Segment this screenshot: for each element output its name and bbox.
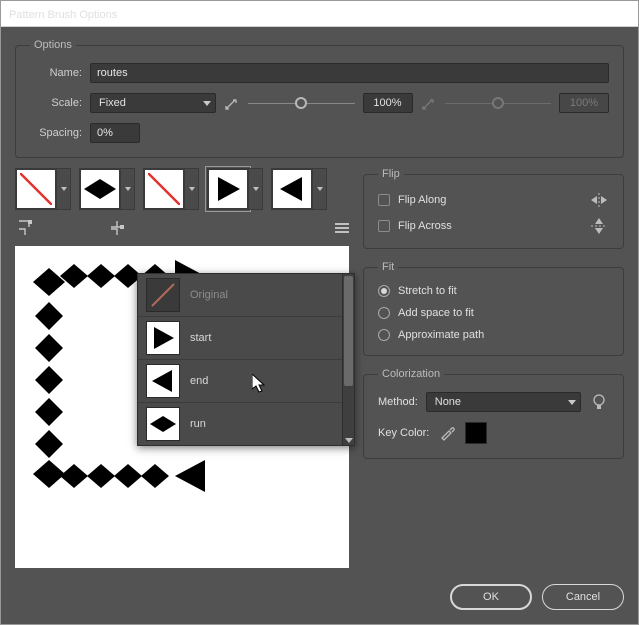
flip-along-label: Flip Along <box>398 194 446 206</box>
panel-menu-icon[interactable] <box>335 221 349 235</box>
cancel-button[interactable]: Cancel <box>542 584 624 610</box>
scale-value-b: 100% <box>559 93 609 113</box>
window-title: Pattern Brush Options <box>9 9 117 21</box>
popup-item-original[interactable]: Original <box>138 274 342 317</box>
keycolor-swatch[interactable] <box>465 422 487 444</box>
chevron-down-icon <box>203 101 211 106</box>
eyedropper-icon[interactable] <box>437 425 457 441</box>
fit-approx-label: Approximate path <box>398 329 484 341</box>
scale-mode-select[interactable]: Fixed <box>90 93 216 113</box>
flip-across-checkbox[interactable] <box>378 220 390 232</box>
name-label: Name: <box>30 67 82 79</box>
start-tile-menu[interactable] <box>249 168 263 210</box>
colorization-group: Colorization Method: None Key Color: <box>363 368 624 459</box>
colorization-legend: Colorization <box>378 368 444 380</box>
tile-popup-list: Original start end <box>138 274 342 445</box>
popup-scrollbar[interactable] <box>342 274 354 445</box>
scale-link-icon-b <box>421 95 437 111</box>
popup-label: end <box>190 375 208 387</box>
preview-tool-corner-a[interactable] <box>17 220 37 236</box>
scale-slider-a[interactable] <box>248 93 355 113</box>
flip-legend: Flip <box>378 168 404 180</box>
chevron-down-icon <box>568 400 576 405</box>
popup-thumb-run <box>146 407 180 441</box>
popup-item-end[interactable]: end <box>138 360 342 403</box>
keycolor-label: Key Color: <box>378 427 429 439</box>
scale-label: Scale: <box>30 97 82 109</box>
flip-along-checkbox[interactable] <box>378 194 390 206</box>
scale-slider-b <box>445 93 552 113</box>
name-input[interactable] <box>90 63 609 83</box>
dialog-content: Options Name: Scale: Fixed 100% <box>1 27 638 624</box>
flip-along-icon <box>589 192 609 208</box>
flip-across-icon <box>589 218 609 234</box>
spacing-input[interactable] <box>90 123 140 143</box>
tile-popup: Original start end <box>137 273 355 446</box>
popup-thumb-end <box>146 364 180 398</box>
popup-item-start[interactable]: start <box>138 317 342 360</box>
outer-corner-tile-menu[interactable] <box>121 168 135 210</box>
end-tile[interactable] <box>271 168 313 210</box>
popup-thumb-start <box>146 321 180 355</box>
fit-stretch-label: Stretch to fit <box>398 285 457 297</box>
popup-label: run <box>190 418 206 430</box>
popup-label: start <box>190 332 211 344</box>
flip-across-label: Flip Across <box>398 220 452 232</box>
outer-corner-tile[interactable] <box>79 168 121 210</box>
inner-corner-tile[interactable] <box>143 168 185 210</box>
method-select[interactable]: None <box>426 392 581 412</box>
side-tile-menu[interactable] <box>57 168 71 210</box>
start-tile[interactable] <box>207 168 249 210</box>
ok-button[interactable]: OK <box>450 584 532 610</box>
side-tile[interactable] <box>15 168 57 210</box>
inner-corner-tile-menu[interactable] <box>185 168 199 210</box>
colorization-tip-icon[interactable] <box>589 394 609 410</box>
fit-addspace-radio[interactable] <box>378 307 390 319</box>
flip-group: Flip Flip Along Flip Across <box>363 168 624 249</box>
preview-tool-corner-b[interactable] <box>109 220 129 236</box>
scale-mode-value: Fixed <box>99 97 126 109</box>
tiles-row <box>15 168 349 210</box>
popup-item-run[interactable]: run <box>138 403 342 445</box>
scale-link-icon-a[interactable] <box>224 95 240 111</box>
method-label: Method: <box>378 396 418 408</box>
fit-addspace-label: Add space to fit <box>398 307 474 319</box>
titlebar: Pattern Brush Options <box>1 1 638 27</box>
preview-toolbar <box>15 218 349 238</box>
fit-legend: Fit <box>378 261 398 273</box>
end-tile-menu[interactable] <box>313 168 327 210</box>
dialog-window: Pattern Brush Options Options Name: Scal… <box>0 0 639 625</box>
options-group: Options Name: Scale: Fixed 100% <box>15 39 624 158</box>
button-row: OK Cancel <box>15 578 624 610</box>
fit-stretch-radio[interactable] <box>378 285 390 297</box>
fit-group: Fit Stretch to fit Add space to fit Appr… <box>363 261 624 356</box>
right-column: Flip Flip Along Flip Across <box>363 168 624 568</box>
scale-value-a[interactable]: 100% <box>363 93 413 113</box>
options-legend: Options <box>30 39 76 51</box>
popup-thumb-original <box>146 278 180 312</box>
fit-approx-radio[interactable] <box>378 329 390 341</box>
spacing-label: Spacing: <box>30 127 82 139</box>
popup-label: Original <box>190 289 228 301</box>
method-value: None <box>435 396 461 408</box>
